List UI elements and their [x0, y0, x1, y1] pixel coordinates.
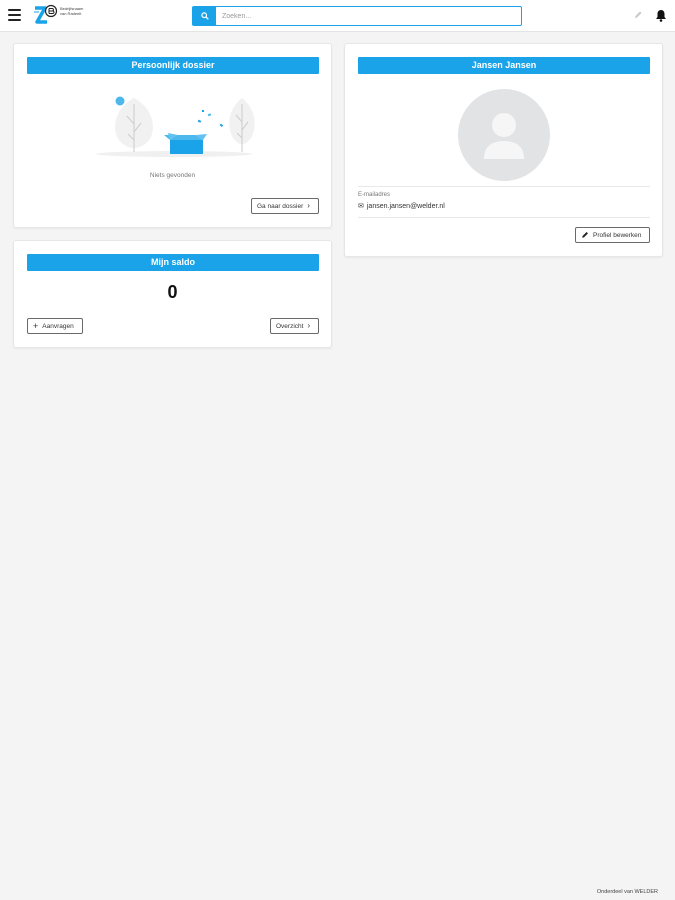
top-bar: Bedrijfsnaam van Radeelt [0, 0, 675, 32]
footer-text: Onderdeel van WELDER [596, 889, 658, 895]
divider [358, 217, 650, 218]
edit-profile-label: Profiel bewerken [593, 231, 642, 239]
email-text: jansen.jansen@welder.nl [366, 202, 445, 210]
chevron-right-icon: › [307, 201, 310, 210]
pencil-icon [582, 232, 588, 238]
pencil-icon[interactable] [633, 10, 643, 20]
divider [358, 186, 650, 187]
saldo-card-title: Mijn saldo [27, 254, 319, 271]
saldo-value: 0 [167, 282, 178, 302]
bell-icon[interactable] [655, 9, 667, 22]
empty-state-text: Niets gevonden [149, 172, 196, 179]
plus-icon: + [33, 320, 39, 331]
overview-label: Overzicht [276, 322, 304, 330]
menu-icon[interactable] [8, 9, 21, 21]
search-bar [192, 6, 522, 26]
logo-text: Bedrijfsnaam van Radeelt [60, 6, 84, 16]
request-button[interactable]: + Aanvragen [27, 318, 83, 334]
mail-icon: ✉ [358, 203, 364, 210]
go-to-dossier-label: Ga naar dossier [257, 202, 304, 210]
avatar-placeholder [458, 89, 550, 181]
empty-state-illustration [96, 96, 255, 157]
go-to-dossier-button[interactable]: Ga naar dossier › [251, 198, 319, 214]
overview-button[interactable]: Overzicht › [270, 318, 319, 334]
search-input[interactable] [222, 9, 512, 23]
search-button[interactable] [193, 7, 216, 25]
request-label: Aanvragen [42, 322, 74, 330]
profile-name: Jansen Jansen [358, 57, 650, 74]
chevron-right-icon: › [307, 321, 311, 330]
saldo-card: Mijn saldo 0 + Aanvragen Overzicht › [13, 240, 332, 348]
email-label: E-mailadres [358, 192, 391, 198]
dossier-card-title: Persoonlijk dossier [27, 57, 319, 74]
profile-card: Jansen Jansen E-mailadres ✉ jansen.janse… [344, 43, 663, 257]
search-icon [200, 12, 209, 20]
edit-profile-button[interactable]: Profiel bewerken [575, 227, 650, 243]
dossier-card: Persoonlijk dossier Niets gevonden Ga na… [13, 43, 332, 228]
email-value: ✉ jansen.jansen@welder.nl [358, 202, 445, 211]
